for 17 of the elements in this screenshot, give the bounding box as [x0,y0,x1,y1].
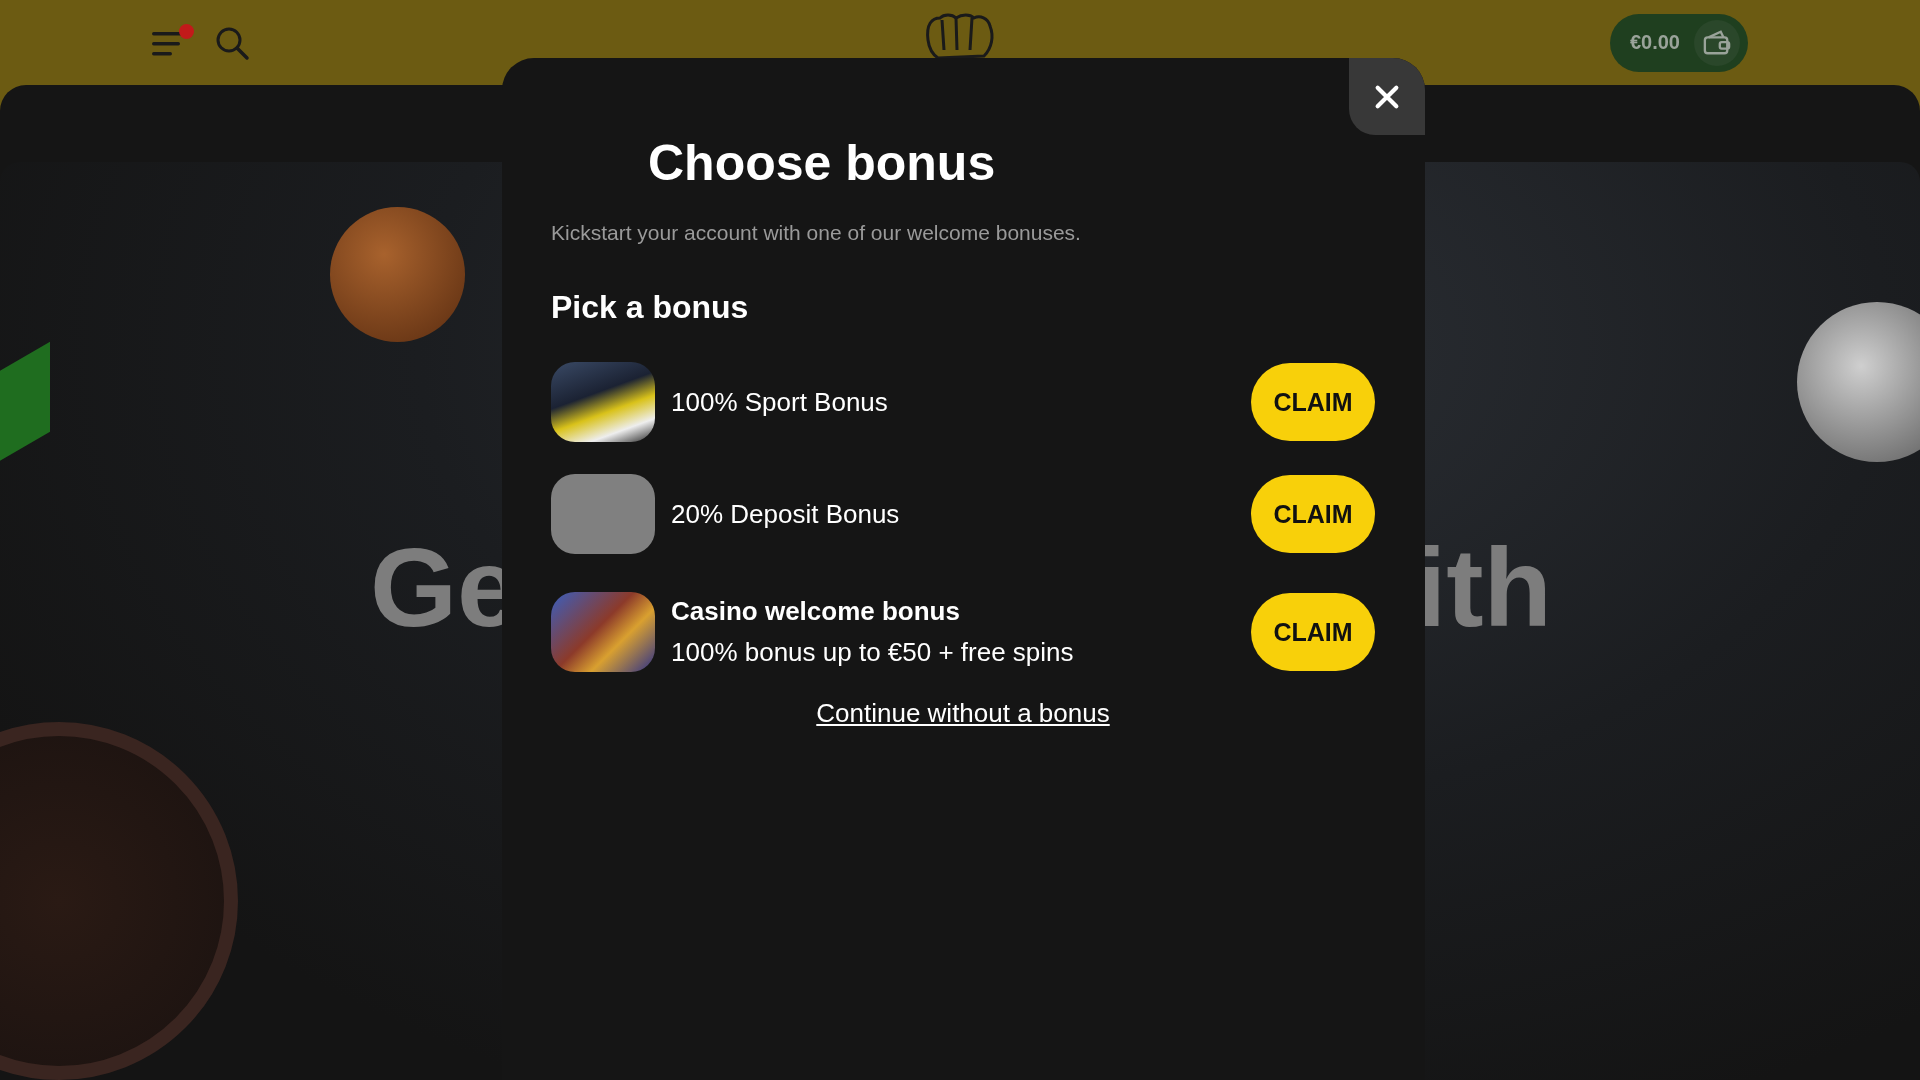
close-button[interactable] [1349,58,1425,135]
claim-button[interactable]: CLAIM [1251,593,1375,671]
claim-button[interactable]: CLAIM [1251,475,1375,553]
bonus-description: 100% bonus up to €50 + free spins [671,637,1075,668]
bonus-title: 20% Deposit Bonus [671,498,901,530]
bonus-title: 100% Sport Bonus [671,386,889,418]
dialog-title: Choose bonus [648,136,997,191]
close-icon [1373,82,1401,111]
continue-without-bonus-link[interactable]: Continue without a bonus [816,698,1110,729]
section-heading: Pick a bonus [551,289,750,326]
hero-heading-end: ith [1415,532,1552,644]
balance-amount: €0.00 [1629,31,1680,54]
wallet-icon [1702,28,1732,57]
bonus-title: Casino welcome bonus [671,596,961,627]
dialog-subtitle: Kickstart your account with one of our welcome bonuses. [551,221,1082,245]
claim-button[interactable]: CLAIM [1251,363,1375,441]
balance-button[interactable]: €0.00 [1609,13,1748,72]
